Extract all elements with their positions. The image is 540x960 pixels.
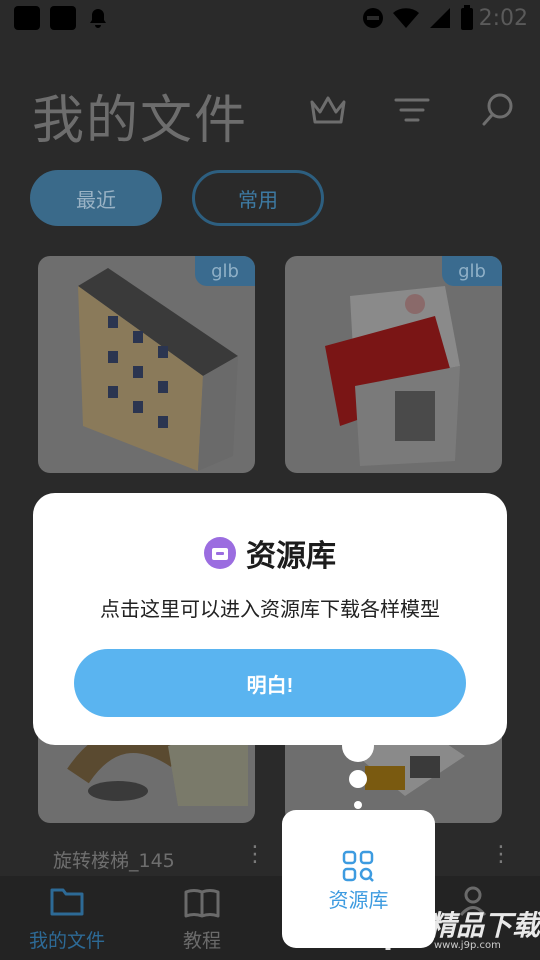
watermark-text: 精品下载 [428,909,540,942]
search-icon[interactable] [478,90,518,130]
battery-icon [461,5,473,30]
more-options-icon[interactable]: ⋮ [244,842,266,867]
folder-icon [50,888,84,916]
nav-label: 教程 [182,930,221,952]
status-time: 2:02 [478,6,528,31]
popup-description: 点击这里可以进入资源库下载各样模型 [100,597,440,621]
tab-common[interactable]: 常用 [192,170,324,226]
got-it-button[interactable]: 明白! [74,649,466,717]
file-type-badge: glb [195,256,255,286]
pointer-dot [349,770,367,788]
file-card[interactable]: glb [38,256,255,473]
file-name: 旋转楼梯_145 [53,850,175,872]
popup-title-row: 资源库 [33,531,507,575]
wifi-icon [393,8,419,28]
signal-icon [430,8,450,28]
status-bar: 2:02 [0,0,540,36]
popup-title: 资源库 [246,539,336,574]
notification-icon [14,6,40,30]
pointer-dot [342,730,374,762]
watermark-logo: 精品下载 www.j9p.com [380,896,540,960]
building-model-thumbnail [78,268,238,471]
dnd-icon [363,8,383,28]
page-title: 我的文件 [32,91,249,151]
nav-item-tutorial[interactable]: 教程 [150,876,254,960]
more-options-icon[interactable]: ⋮ [490,842,512,867]
filter-icon[interactable] [392,90,432,130]
tab-recent[interactable]: 最近 [30,170,162,226]
watermark-url: www.j9p.com [434,940,501,951]
resource-library-icon [204,537,236,569]
pointer-dot [354,801,362,809]
nav-item-my-files[interactable]: 我的文件 [0,876,134,960]
shop-model-thumbnail [325,286,460,466]
notification-icon [50,6,76,30]
nav-label: 我的文件 [28,930,105,952]
book-icon [184,889,220,918]
crown-icon[interactable] [308,90,348,130]
file-card[interactable]: glb [285,256,502,473]
guide-popup: 资源库 点击这里可以进入资源库下载各样模型 明白! [33,493,507,745]
file-type-badge: glb [442,256,502,286]
p-logo-icon [385,903,423,950]
bell-icon [90,9,106,28]
grid-search-icon [342,850,374,882]
